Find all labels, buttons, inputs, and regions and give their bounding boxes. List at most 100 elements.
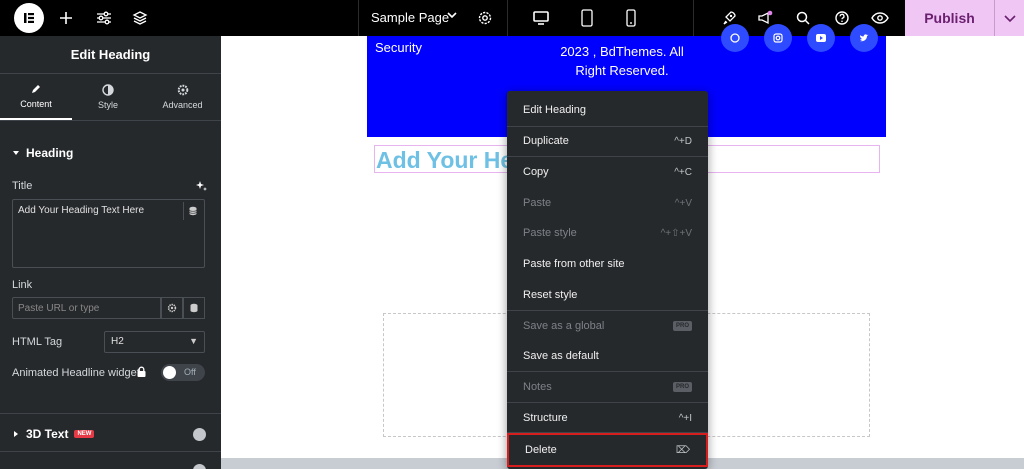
animated-headline-toggle[interactable]: Off: [161, 364, 205, 381]
gear-icon: [177, 84, 188, 96]
youtube-icon[interactable]: [807, 24, 835, 52]
gear-icon[interactable]: [471, 4, 499, 32]
title-textarea-value: Add Your Heading Text Here: [18, 205, 145, 216]
link-placeholder: Paste URL or type: [18, 303, 100, 314]
twitter-icon[interactable]: [850, 24, 878, 52]
toggle-label: Off: [184, 367, 196, 377]
menu-item-paste: Paste ^+V: [507, 188, 708, 218]
html-tag-label: HTML Tag: [12, 336, 63, 348]
divider: [0, 120, 221, 121]
pencil-icon: [32, 85, 40, 93]
animated-headline-label: Animated Headline widget: [12, 367, 140, 379]
section-heading-toggle[interactable]: Heading: [12, 146, 73, 160]
new-badge: NEW: [74, 430, 95, 438]
menu-item-label: Duplicate: [523, 135, 569, 147]
pinterest-icon[interactable]: [721, 24, 749, 52]
pro-badge: PRO: [672, 321, 692, 331]
section-3d-text-toggle[interactable]: 3D Text NEW: [12, 427, 95, 441]
elementor-logo-icon[interactable]: [14, 3, 44, 33]
title-textarea[interactable]: Add Your Heading Text Here: [12, 199, 205, 268]
title-label: Title: [12, 180, 33, 192]
footer-security-text: Security: [375, 40, 422, 55]
menu-item-duplicate[interactable]: Duplicate ^+D: [507, 126, 708, 156]
menu-item-shortcut: ^+D: [674, 135, 692, 147]
plus-icon[interactable]: [52, 4, 80, 32]
panel-tabs: Content Style Advanced: [0, 74, 221, 120]
lock-icon: [136, 366, 147, 381]
divider: [0, 413, 221, 414]
divider: [0, 451, 221, 452]
menu-item-edit-heading[interactable]: Edit Heading: [507, 95, 708, 125]
section-heading-label: Heading: [26, 146, 74, 160]
caret-right-icon: [14, 431, 18, 437]
mobile-icon[interactable]: [617, 4, 645, 32]
menu-item-shortcut: ^+⇧+V: [660, 227, 692, 239]
dynamic-tags-icon[interactable]: [183, 202, 202, 220]
html-tag-select[interactable]: H2 ▼: [104, 331, 205, 353]
help-icon[interactable]: [828, 4, 856, 32]
page-name[interactable]: Sample Page: [371, 10, 449, 25]
divider: [693, 0, 694, 36]
layers-icon[interactable]: [126, 4, 154, 32]
context-menu: Edit Heading Duplicate ^+D Copy ^+C Past…: [507, 91, 708, 469]
menu-item-copy[interactable]: Copy ^+C: [507, 157, 708, 187]
section-3d-text-label: 3D Text: [26, 427, 69, 441]
menu-item-label: Save as default: [523, 350, 599, 362]
tab-content-label: Content: [20, 99, 52, 109]
menu-item-label: Delete: [525, 444, 557, 456]
half-circle-icon: [102, 84, 114, 96]
menu-item-label: Structure: [523, 412, 568, 424]
menu-item-label: Edit Heading: [523, 104, 586, 116]
footer-copyright-text: 2023 , BdThemes. All Right Reserved.: [560, 44, 684, 78]
menu-item-delete[interactable]: Delete ⌦: [507, 433, 708, 467]
html-tag-value: H2: [111, 336, 124, 347]
divider: [358, 0, 359, 36]
editor-panel: Edit Heading Content Style Advanced Head…: [0, 36, 221, 469]
publish-button[interactable]: Publish: [905, 0, 994, 36]
menu-item-structure[interactable]: Structure ^+I: [507, 403, 708, 433]
tab-advanced[interactable]: Advanced: [144, 74, 221, 120]
pro-badge: PRO: [672, 382, 692, 392]
menu-item-paste-from-other-site[interactable]: Paste from other site: [507, 249, 708, 279]
menu-item-label: Paste: [523, 197, 552, 209]
caret-down-icon: [13, 151, 19, 155]
menu-item-save-as-global: Save as a global PRO: [507, 311, 708, 341]
heading-text: Add Your He: [376, 147, 514, 173]
menu-item-paste-style: Paste style ^+⇧+V: [507, 218, 708, 248]
publish-options-button[interactable]: [994, 0, 1024, 36]
divider: [507, 0, 508, 36]
link-input[interactable]: Paste URL or type: [12, 297, 161, 319]
link-label: Link: [12, 279, 33, 291]
widget-icon: [193, 428, 206, 441]
menu-item-label: Reset style: [523, 289, 578, 301]
toggle-knob: [163, 366, 176, 379]
gear-icon: [167, 303, 177, 313]
menu-item-save-as-default[interactable]: Save as default: [507, 341, 708, 371]
tablet-icon[interactable]: [573, 4, 601, 32]
menu-item-shortcut: ^+I: [678, 412, 692, 424]
menu-item-label: Copy: [523, 166, 549, 178]
menu-item-label: Paste style: [523, 227, 577, 239]
tab-style-label: Style: [97, 100, 118, 110]
delete-key-icon: ⌦: [675, 444, 690, 456]
menu-item-notes: Notes PRO: [507, 372, 708, 402]
widget-icon: [193, 464, 206, 469]
tab-content[interactable]: Content: [0, 74, 72, 120]
menu-item-label: Save as a global: [523, 320, 605, 332]
menu-item-shortcut: ^+C: [674, 166, 692, 178]
menu-item-shortcut: ^+V: [674, 197, 692, 209]
tab-style[interactable]: Style: [72, 74, 144, 120]
desktop-icon[interactable]: [527, 4, 555, 32]
caret-down-icon: ▼: [189, 336, 198, 346]
menu-item-reset-style[interactable]: Reset style: [507, 280, 708, 310]
panel-title: Edit Heading: [70, 46, 151, 62]
sliders-icon[interactable]: [90, 4, 118, 32]
ai-sparkle-icon[interactable]: [195, 180, 207, 195]
link-dynamic-tags-button[interactable]: [183, 297, 205, 319]
chevron-down-icon: [1003, 15, 1016, 23]
link-options-button[interactable]: [161, 297, 183, 319]
instagram-icon[interactable]: [764, 24, 792, 52]
menu-item-label: Paste from other site: [523, 258, 625, 270]
chevron-down-icon[interactable]: [445, 8, 459, 25]
tab-advanced-label: Advanced: [162, 100, 203, 110]
